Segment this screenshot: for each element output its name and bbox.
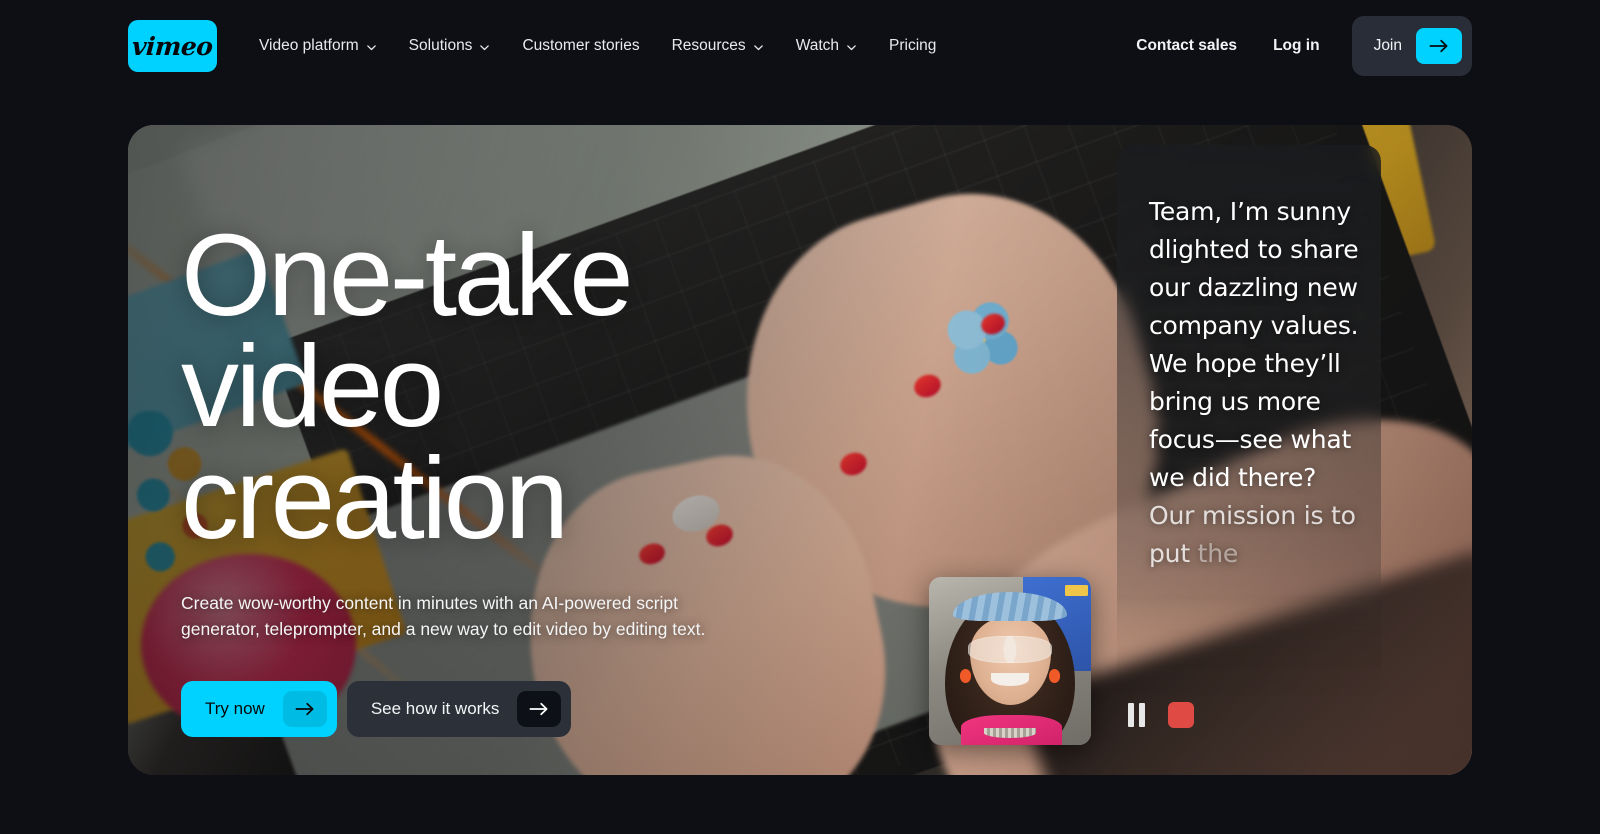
nav-label: Customer stories (522, 37, 640, 54)
pause-bar-right (1139, 703, 1145, 727)
see-how-it-works-button[interactable]: See how it works (346, 680, 572, 737)
presenter-earring-left (959, 669, 972, 683)
nav-item-customer-stories[interactable]: Customer stories (506, 29, 655, 63)
teleprompter-dimmer-text: the (1197, 539, 1239, 568)
hero-headline-line-3: creation (181, 432, 569, 563)
see-how-it-works-button-label: See how it works (370, 698, 500, 718)
nav-item-watch[interactable]: Watch (780, 29, 873, 63)
vimeo-logo-text: vimeo (131, 31, 214, 61)
log-in-link[interactable]: Log in (1255, 27, 1338, 65)
arrow-right-icon (282, 690, 327, 727)
primary-navigation: Video platform Solutions Customer storie… (243, 29, 952, 63)
pause-icon[interactable] (1128, 703, 1146, 727)
site-header: vimeo Video platform Solutions Customer … (0, 0, 1600, 92)
teleprompter-script: Team, I’m sunny dlighted to share our da… (1149, 193, 1361, 573)
join-button-label: Join (1373, 37, 1402, 54)
nav-item-pricing[interactable]: Pricing (873, 29, 952, 63)
chevron-down-icon (753, 42, 764, 53)
hero-subheadline: Create wow-worthy content in minutes wit… (181, 593, 706, 640)
stop-record-icon[interactable] (1168, 702, 1194, 728)
vimeo-logo[interactable]: vimeo (128, 20, 217, 72)
page-root: vimeo Video platform Solutions Customer … (0, 0, 1600, 834)
webcam-preview[interactable] (929, 577, 1091, 745)
nav-item-resources[interactable]: Resources (656, 29, 780, 63)
join-button[interactable]: Join (1351, 16, 1472, 76)
chevron-down-icon (479, 42, 490, 53)
chevron-down-icon (846, 42, 857, 53)
nav-label: Watch (795, 37, 840, 54)
chevron-down-icon (366, 42, 377, 53)
teleprompter-bright-text: Team, I’m sunny dlighted to share our da… (1149, 197, 1359, 492)
hero-cta-row: Try now See how it works (181, 680, 821, 737)
contact-sales-link[interactable]: Contact sales (1118, 27, 1255, 65)
nav-label: Pricing (889, 37, 937, 54)
nav-label: Resources (671, 37, 746, 54)
header-actions: Contact sales Log in Join (1118, 16, 1472, 76)
nav-item-video-platform[interactable]: Video platform (243, 29, 393, 63)
nav-label: Solutions (408, 37, 473, 54)
arrow-right-icon (517, 690, 562, 727)
hero-copy: One-take video creation Create wow-worth… (181, 210, 821, 737)
pause-bar-left (1128, 703, 1134, 727)
recorder-controls (1118, 690, 1228, 740)
hero-headline-line-1: One-take (181, 210, 634, 340)
hero-headline: One-take video creation (181, 210, 821, 563)
poster-glasses-graphic (1065, 584, 1089, 596)
arrow-right-icon (1416, 28, 1462, 64)
try-now-button[interactable]: Try now (181, 680, 337, 737)
teleprompter-dim-text: Our mission is to put (1149, 501, 1356, 568)
hero-banner: Team, I’m sunny dlighted to share our da… (128, 125, 1472, 775)
nav-item-solutions[interactable]: Solutions (393, 29, 507, 63)
nav-label: Video platform (259, 37, 359, 54)
hero-headline-line-2: video (181, 321, 444, 452)
presenter-earring-right (1048, 669, 1061, 683)
teleprompter-panel: Team, I’m sunny dlighted to share our da… (1117, 145, 1381, 695)
try-now-button-label: Try now (205, 698, 265, 718)
presenter-glasses (967, 635, 1053, 663)
